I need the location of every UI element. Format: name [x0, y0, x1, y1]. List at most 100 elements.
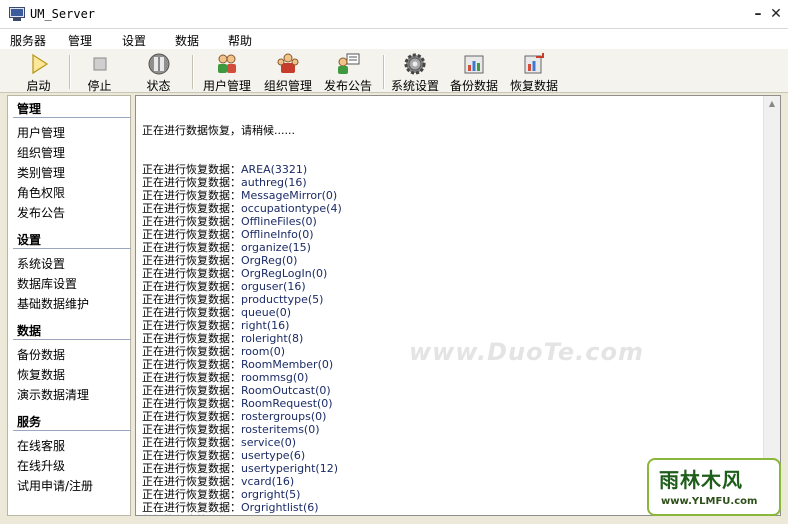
log-prefix: 正在进行恢复数据： [142, 488, 241, 501]
log-table-entry: vcard(16) [241, 475, 295, 488]
app-icon [9, 7, 25, 21]
log-line: 正在进行恢复数据：OfflineInfo(0) [142, 228, 342, 241]
log-prefix: 正在进行恢复数据： [142, 202, 241, 215]
sidebar-item-role-permissions[interactable]: 角色权限 [17, 184, 65, 201]
log-line: 正在进行恢复数据：vcard(16) [142, 475, 342, 488]
logo-url: www.YLMFU.com [661, 496, 758, 507]
log-prefix: 正在进行恢复数据： [142, 384, 241, 397]
sidebar-item-publish-notice[interactable]: 发布公告 [17, 204, 65, 221]
menu-settings[interactable]: 设置 [122, 32, 146, 49]
section-divider [13, 430, 131, 431]
log-table-entry: AREA(3321) [241, 163, 308, 176]
log-table-entry: RoomMember(0) [241, 358, 334, 371]
log-line: 正在进行恢复数据：AREA(3321) [142, 163, 342, 176]
log-line: 正在进行恢复数据：rostergroups(0) [142, 410, 342, 423]
vertical-scrollbar[interactable]: ▲ [763, 96, 780, 515]
log-table-entry: organize(15) [241, 241, 311, 254]
sidebar-item-trial-register[interactable]: 试用申请/注册 [17, 477, 93, 494]
log-line: 正在进行恢复数据：usertype(6) [142, 449, 342, 462]
backup-icon [464, 55, 484, 74]
log-line: 正在进行恢复数据：usertyperight(12) [142, 462, 342, 475]
log-table-entry: usertype(6) [241, 449, 306, 462]
users-icon [218, 54, 236, 73]
log-table-entry: OrgReg(0) [241, 254, 298, 267]
sidebar-item-system-settings[interactable]: 系统设置 [17, 255, 65, 272]
log-prefix: 正在进行恢复数据： [142, 423, 241, 436]
log-prefix: 正在进行恢复数据： [142, 397, 241, 410]
menu-manage[interactable]: 管理 [68, 32, 92, 49]
sidebar-item-base-data[interactable]: 基础数据维护 [17, 295, 89, 312]
log-line: 正在进行恢复数据：OrgReg(0) [142, 254, 342, 267]
log-line: 正在进行恢复数据：orguser(16) [142, 280, 342, 293]
sidebar-item-database-settings[interactable]: 数据库设置 [17, 275, 77, 292]
play-icon [31, 53, 48, 75]
log-prefix: 正在进行恢复数据： [142, 254, 241, 267]
minimize-button[interactable]: – [749, 5, 767, 23]
status-button[interactable]: 状态 [131, 49, 186, 93]
log-output[interactable]: 正在进行数据恢复，请稍候...... 正在进行恢复数据：AREA(3321) 正在… [135, 95, 781, 516]
user-manage-button[interactable]: 用户管理 [198, 49, 256, 93]
log-table-entry: rostergroups(0) [241, 410, 327, 423]
logo-name: 雨林木风 [659, 468, 743, 492]
sidebar-item-category-manage[interactable]: 类别管理 [17, 164, 65, 181]
log-line: 正在进行恢复数据：MessageMirror(0) [142, 189, 342, 202]
menu-server[interactable]: 服务器 [10, 32, 46, 49]
title-bar: UM_Server – ✕ [0, 0, 788, 29]
log-line: 正在进行恢复数据：occupationtype(4) [142, 202, 342, 215]
scroll-up-icon[interactable]: ▲ [766, 98, 778, 110]
log-prefix: 正在进行恢复数据： [142, 280, 241, 293]
sidebar-item-restore-data[interactable]: 恢复数据 [17, 366, 65, 383]
log-table-entry: usertyperight(12) [241, 462, 338, 475]
log-prefix: 正在进行恢复数据： [142, 176, 241, 189]
log-table-entry: OfflineInfo(0) [241, 228, 314, 241]
sidebar-item-online-upgrade[interactable]: 在线升级 [17, 457, 65, 474]
system-settings-button[interactable]: 系统设置 [388, 49, 442, 93]
sidebar-item-org-manage[interactable]: 组织管理 [17, 144, 65, 161]
menu-bar: 服务器 管理 设置 数据 帮助 [0, 29, 788, 49]
log-prefix: 正在进行恢复数据： [142, 306, 241, 319]
log-table-entry: OrgRegLogIn(0) [241, 267, 328, 280]
restore-data-button[interactable]: 恢复数据 [506, 49, 562, 93]
log-prefix: 正在进行恢复数据： [142, 501, 241, 514]
stop-button[interactable]: 停止 [72, 49, 127, 93]
log-prefix: 正在进行恢复数据： [142, 371, 241, 384]
log-table-entry: roommsg(0) [241, 371, 309, 384]
section-title-data: 数据 [17, 324, 42, 338]
section-title-service: 服务 [17, 415, 42, 429]
log-prefix: 正在进行恢复数据： [142, 436, 241, 449]
sidebar-item-user-manage[interactable]: 用户管理 [17, 124, 65, 141]
menu-help[interactable]: 帮助 [228, 32, 252, 49]
sidebar-item-online-support[interactable]: 在线客服 [17, 437, 65, 454]
log-line: 正在进行恢复数据：orgright(5) [142, 488, 342, 501]
close-button[interactable]: ✕ [767, 5, 785, 23]
log-prefix: 正在进行恢复数据： [142, 163, 241, 176]
log-table-entry: MessageMirror(0) [241, 189, 338, 202]
log-line: 正在进行恢复数据：organize(15) [142, 241, 342, 254]
log-prefix: 正在进行恢复数据： [142, 475, 241, 488]
log-line: 正在进行数据恢复，请稍候...... [142, 124, 295, 137]
menu-data[interactable]: 数据 [175, 32, 199, 49]
section-title-settings: 设置 [17, 233, 42, 247]
log-line: 正在进行恢复数据：rosteritems(0) [142, 423, 342, 436]
sidebar-item-backup-data[interactable]: 备份数据 [17, 346, 65, 363]
log-line: 正在进行恢复数据：room(0) [142, 345, 342, 358]
sidebar-item-demo-cleanup[interactable]: 演示数据清理 [17, 386, 89, 403]
announcement-icon [338, 53, 360, 74]
log-prefix: 正在进行恢复数据： [142, 345, 241, 358]
log-line: 正在进行恢复数据：authreg(16) [142, 176, 342, 189]
toolbar: 启动 停止 状态 用户管理 组织管理 发布公告 系统设置 备份数据 恢复数据 [0, 49, 788, 93]
log-prefix: 正在进行恢复数据： [142, 332, 241, 345]
log-prefix: 正在进行恢复数据： [142, 319, 241, 332]
org-manage-button[interactable]: 组织管理 [259, 49, 317, 93]
toolbar-separator [192, 55, 194, 89]
section-divider [13, 339, 131, 340]
log-line: 正在进行恢复数据：RoomMember(0) [142, 358, 342, 371]
log-prefix: 正在进行恢复数据： [142, 410, 241, 423]
log-table-entry: RoomRequest(0) [241, 397, 333, 410]
log-complete-line: 数据恢复完毕! [142, 514, 342, 515]
start-button[interactable]: 启动 [11, 49, 66, 93]
backup-data-button[interactable]: 备份数据 [446, 49, 502, 93]
publish-notice-button[interactable]: 发布公告 [320, 49, 376, 93]
sidebar: 管理 用户管理 组织管理 类别管理 角色权限 发布公告 设置 系统设置 数据库设… [7, 95, 131, 516]
log-prefix: 正在进行恢复数据： [142, 228, 241, 241]
